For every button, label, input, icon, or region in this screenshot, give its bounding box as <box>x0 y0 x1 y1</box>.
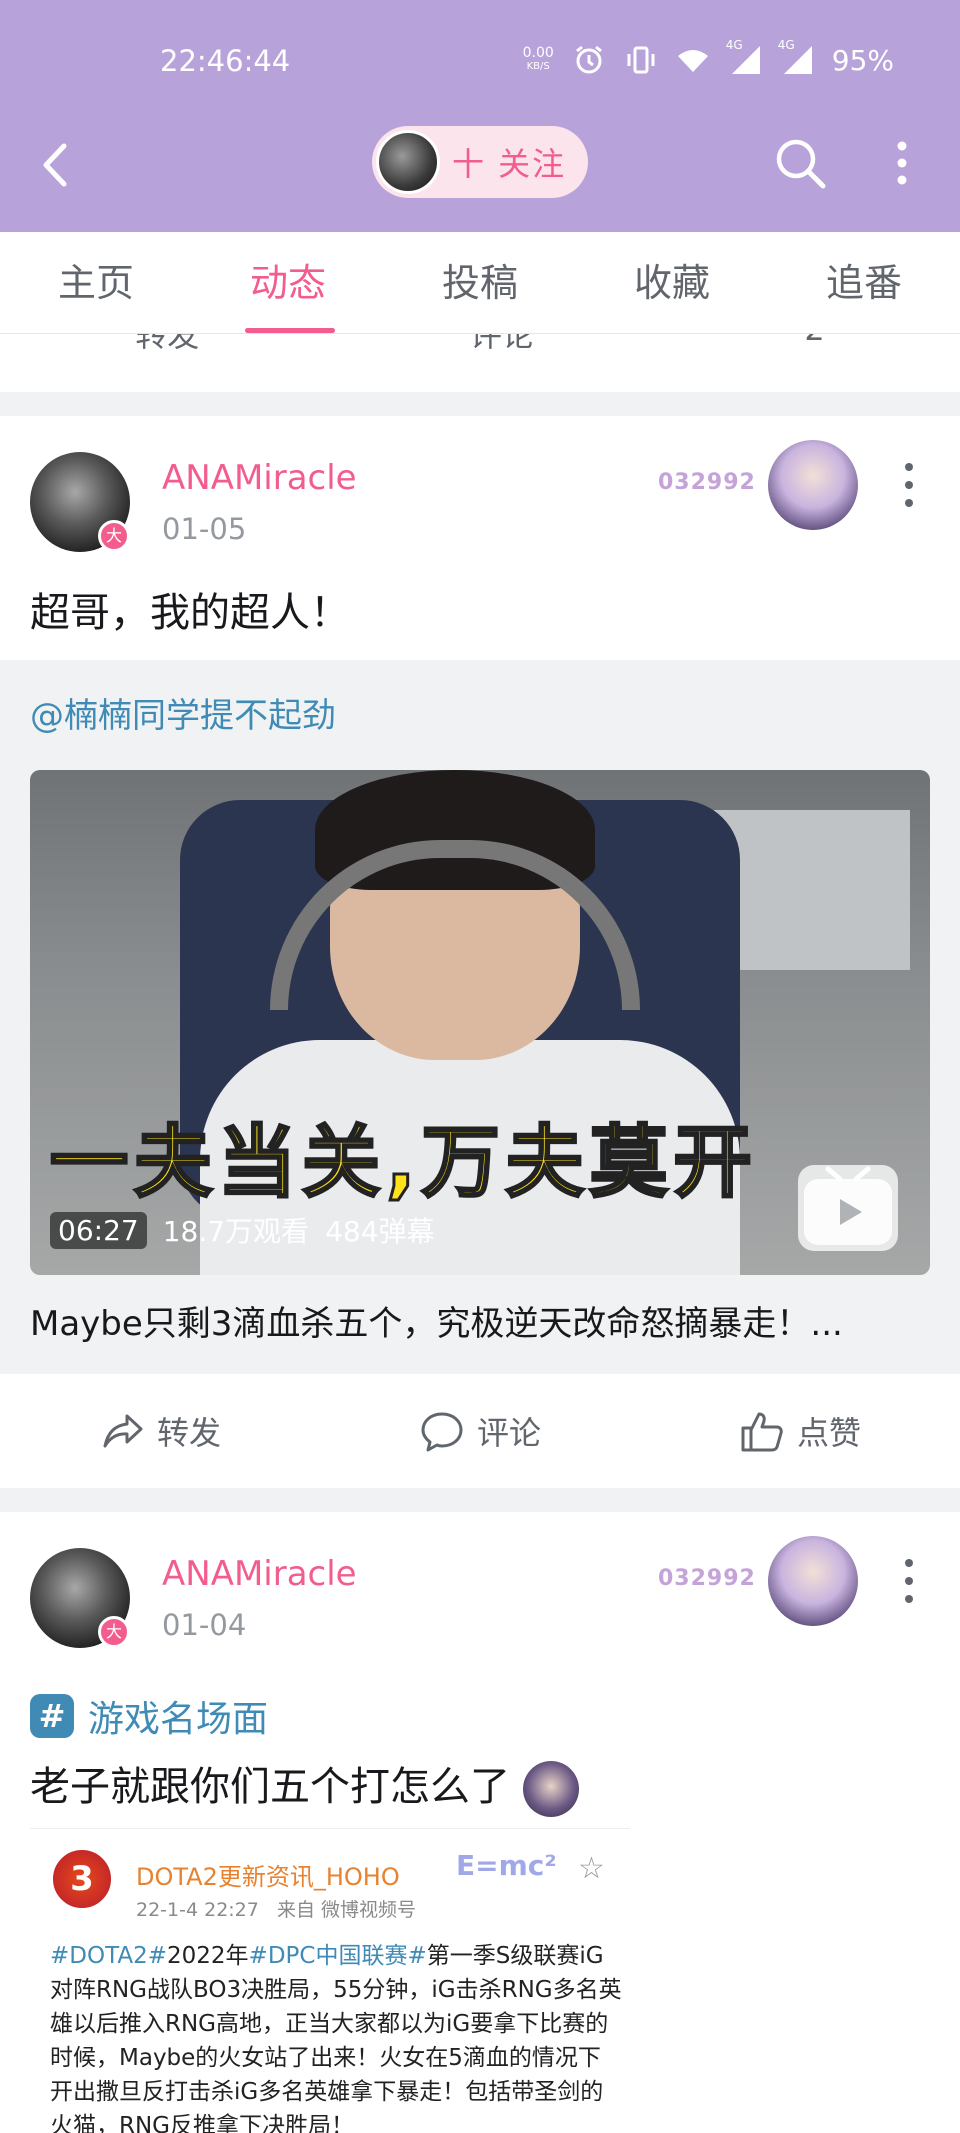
signal-2-label: 4G <box>777 38 795 52</box>
vibrate-icon <box>627 46 655 74</box>
post-text: 老子就跟你们五个打怎么了 <box>30 1764 510 1810</box>
fan-badge-avatar <box>768 440 858 530</box>
video-meta: 06:27 18.7万观看 484弹幕 <box>50 1210 435 1250</box>
previous-card-actions: 转发 评论 2 <box>0 334 960 392</box>
wifi-icon <box>677 50 708 72</box>
weibo-time: 22-1-4 22:27 <box>136 1899 259 1921</box>
tab-bangumi[interactable]: 追番 <box>768 232 960 333</box>
video-title[interactable]: Maybe只剩3滴血杀五个，究极逆天改命怒摘暴走！... <box>30 1296 910 1345</box>
signal-1-label: 4G <box>725 38 743 52</box>
more-vertical-icon[interactable] <box>892 140 912 186</box>
video-duration: 06:27 <box>50 1211 147 1249</box>
fan-badge-avatar <box>768 1536 858 1626</box>
video-views: 18.7万观看 <box>162 1215 310 1248</box>
video-caption: 一夫当关,万夫莫开 <box>49 1117 758 1210</box>
share-button[interactable]: 转发 <box>0 1374 320 1488</box>
fan-badge-number: 032992 <box>658 1566 756 1591</box>
share-button[interactable]: 转发 <box>135 334 199 356</box>
bilibili-tv-icon <box>798 1165 898 1251</box>
net-speed-unit: KB/S <box>526 61 550 72</box>
weibo-body: #DOTA2#2022年#DPC中国联赛#第一季S级联赛iG对阵RNG战队BO3… <box>50 1939 622 2133</box>
net-speed: 0.00 KB/S <box>523 46 554 74</box>
alarm-icon <box>575 45 602 74</box>
topic-label: 游戏名场面 <box>88 1699 269 1740</box>
back-arrow-icon[interactable] <box>36 140 76 190</box>
weibo-badge: E=mc² <box>456 1849 557 1882</box>
video-danmaku: 484弹幕 <box>325 1215 435 1248</box>
more-vertical-icon[interactable] <box>902 1556 916 1606</box>
comment-button[interactable]: 评论 <box>470 334 534 356</box>
hashtag-icon: # <box>30 1694 74 1738</box>
fan-badge[interactable]: 032992 <box>650 440 870 536</box>
weibo-body-part: 2022年 <box>167 1943 249 1969</box>
tab-submissions[interactable]: 投稿 <box>384 232 576 333</box>
post-text: 超哥，我的超人！ <box>30 590 350 636</box>
status-time: 22:46:44 <box>160 44 291 78</box>
username[interactable]: ANAMiracle <box>162 458 357 498</box>
signal-2: 4G <box>778 38 814 76</box>
repost-block[interactable]: @楠楠同学提不起劲 一夫当关,万夫莫开 06:27 18.7万观看 484弹幕 … <box>0 660 960 1374</box>
post-actions: 转发 评论 点赞 <box>0 1374 960 1488</box>
weibo-tag: #DOTA2# <box>50 1943 167 1969</box>
username[interactable]: ANAMiracle <box>162 1554 357 1594</box>
tab-bar: 主页 动态 投稿 收藏 追番 <box>0 232 960 334</box>
comment-button[interactable]: 评论 <box>320 1374 640 1488</box>
weibo-username: DOTA2更新资讯_HOHO <box>136 1863 400 1891</box>
weibo-body-part: 第一季S级联赛iG对阵RNG战队BO3决胜局，55分钟，iG击杀RNG多名英雄以… <box>50 1943 622 2133</box>
sticker-emoji-icon <box>522 1761 579 1817</box>
top-bar: 22:46:44 0.00 KB/S 4G 4G 95% 十 关注 <box>0 0 960 232</box>
star-icon: ☆ <box>578 1851 605 1886</box>
post-text-row: 老子就跟你们五个打怎么了 <box>30 1754 579 1817</box>
topic-tag[interactable]: # 游戏名场面 <box>30 1690 268 1742</box>
fan-badge-number: 032992 <box>658 470 756 495</box>
status-icons: 0.00 KB/S 4G 4G 95% <box>523 38 894 80</box>
weibo-source: 来自 微博视频号 <box>277 1899 417 1921</box>
post-card: 大 ANAMiracle 01-04 032992 # 游戏名场面 老子就跟你们… <box>0 1512 960 2133</box>
comment-label: 评论 <box>476 1414 541 1452</box>
video-thumbnail[interactable]: 一夫当关,万夫莫开 06:27 18.7万观看 484弹幕 <box>30 770 930 1275</box>
avatar <box>376 130 440 194</box>
battery-level: 95% <box>831 43 894 77</box>
net-speed-value: 0.00 <box>522 45 554 61</box>
signal-1: 4G <box>726 38 762 76</box>
verified-badge-icon: 大 <box>98 1616 130 1648</box>
weibo-avatar: 3 <box>50 1847 114 1911</box>
tab-dynamics[interactable]: 动态 <box>192 232 384 333</box>
search-icon[interactable] <box>772 135 828 191</box>
like-count[interactable]: 2 <box>804 334 824 356</box>
like-button[interactable]: 点赞 <box>640 1374 960 1488</box>
mention-link[interactable]: @楠楠同学提不起劲 <box>30 688 336 737</box>
weibo-tag: #DPC中国联赛# <box>248 1943 427 1969</box>
fan-badge[interactable]: 032992 <box>650 1536 870 1632</box>
follow-button[interactable]: 十 关注 <box>372 126 588 198</box>
embedded-weibo-screenshot: 3 DOTA2更新资讯_HOHO E=mc² ☆ 22-1-4 22:27 来自… <box>30 1828 630 2133</box>
tab-favorites[interactable]: 收藏 <box>576 232 768 333</box>
post-date: 01-04 <box>162 1608 247 1642</box>
tab-home[interactable]: 主页 <box>0 232 192 333</box>
post-date: 01-05 <box>162 512 247 546</box>
like-label: 点赞 <box>796 1414 861 1452</box>
share-label: 转发 <box>156 1414 221 1452</box>
weibo-meta: 22-1-4 22:27 来自 微博视频号 <box>136 1895 416 1922</box>
thumbs-up-icon <box>741 1412 783 1452</box>
more-vertical-icon[interactable] <box>902 460 916 510</box>
share-icon <box>103 1414 143 1448</box>
comment-icon <box>421 1412 463 1452</box>
verified-badge-icon: 大 <box>98 520 130 552</box>
post-card: 大 ANAMiracle 01-05 032992 超哥，我的超人！ @楠楠同学… <box>0 416 960 1488</box>
follow-label: 十 关注 <box>452 145 567 183</box>
